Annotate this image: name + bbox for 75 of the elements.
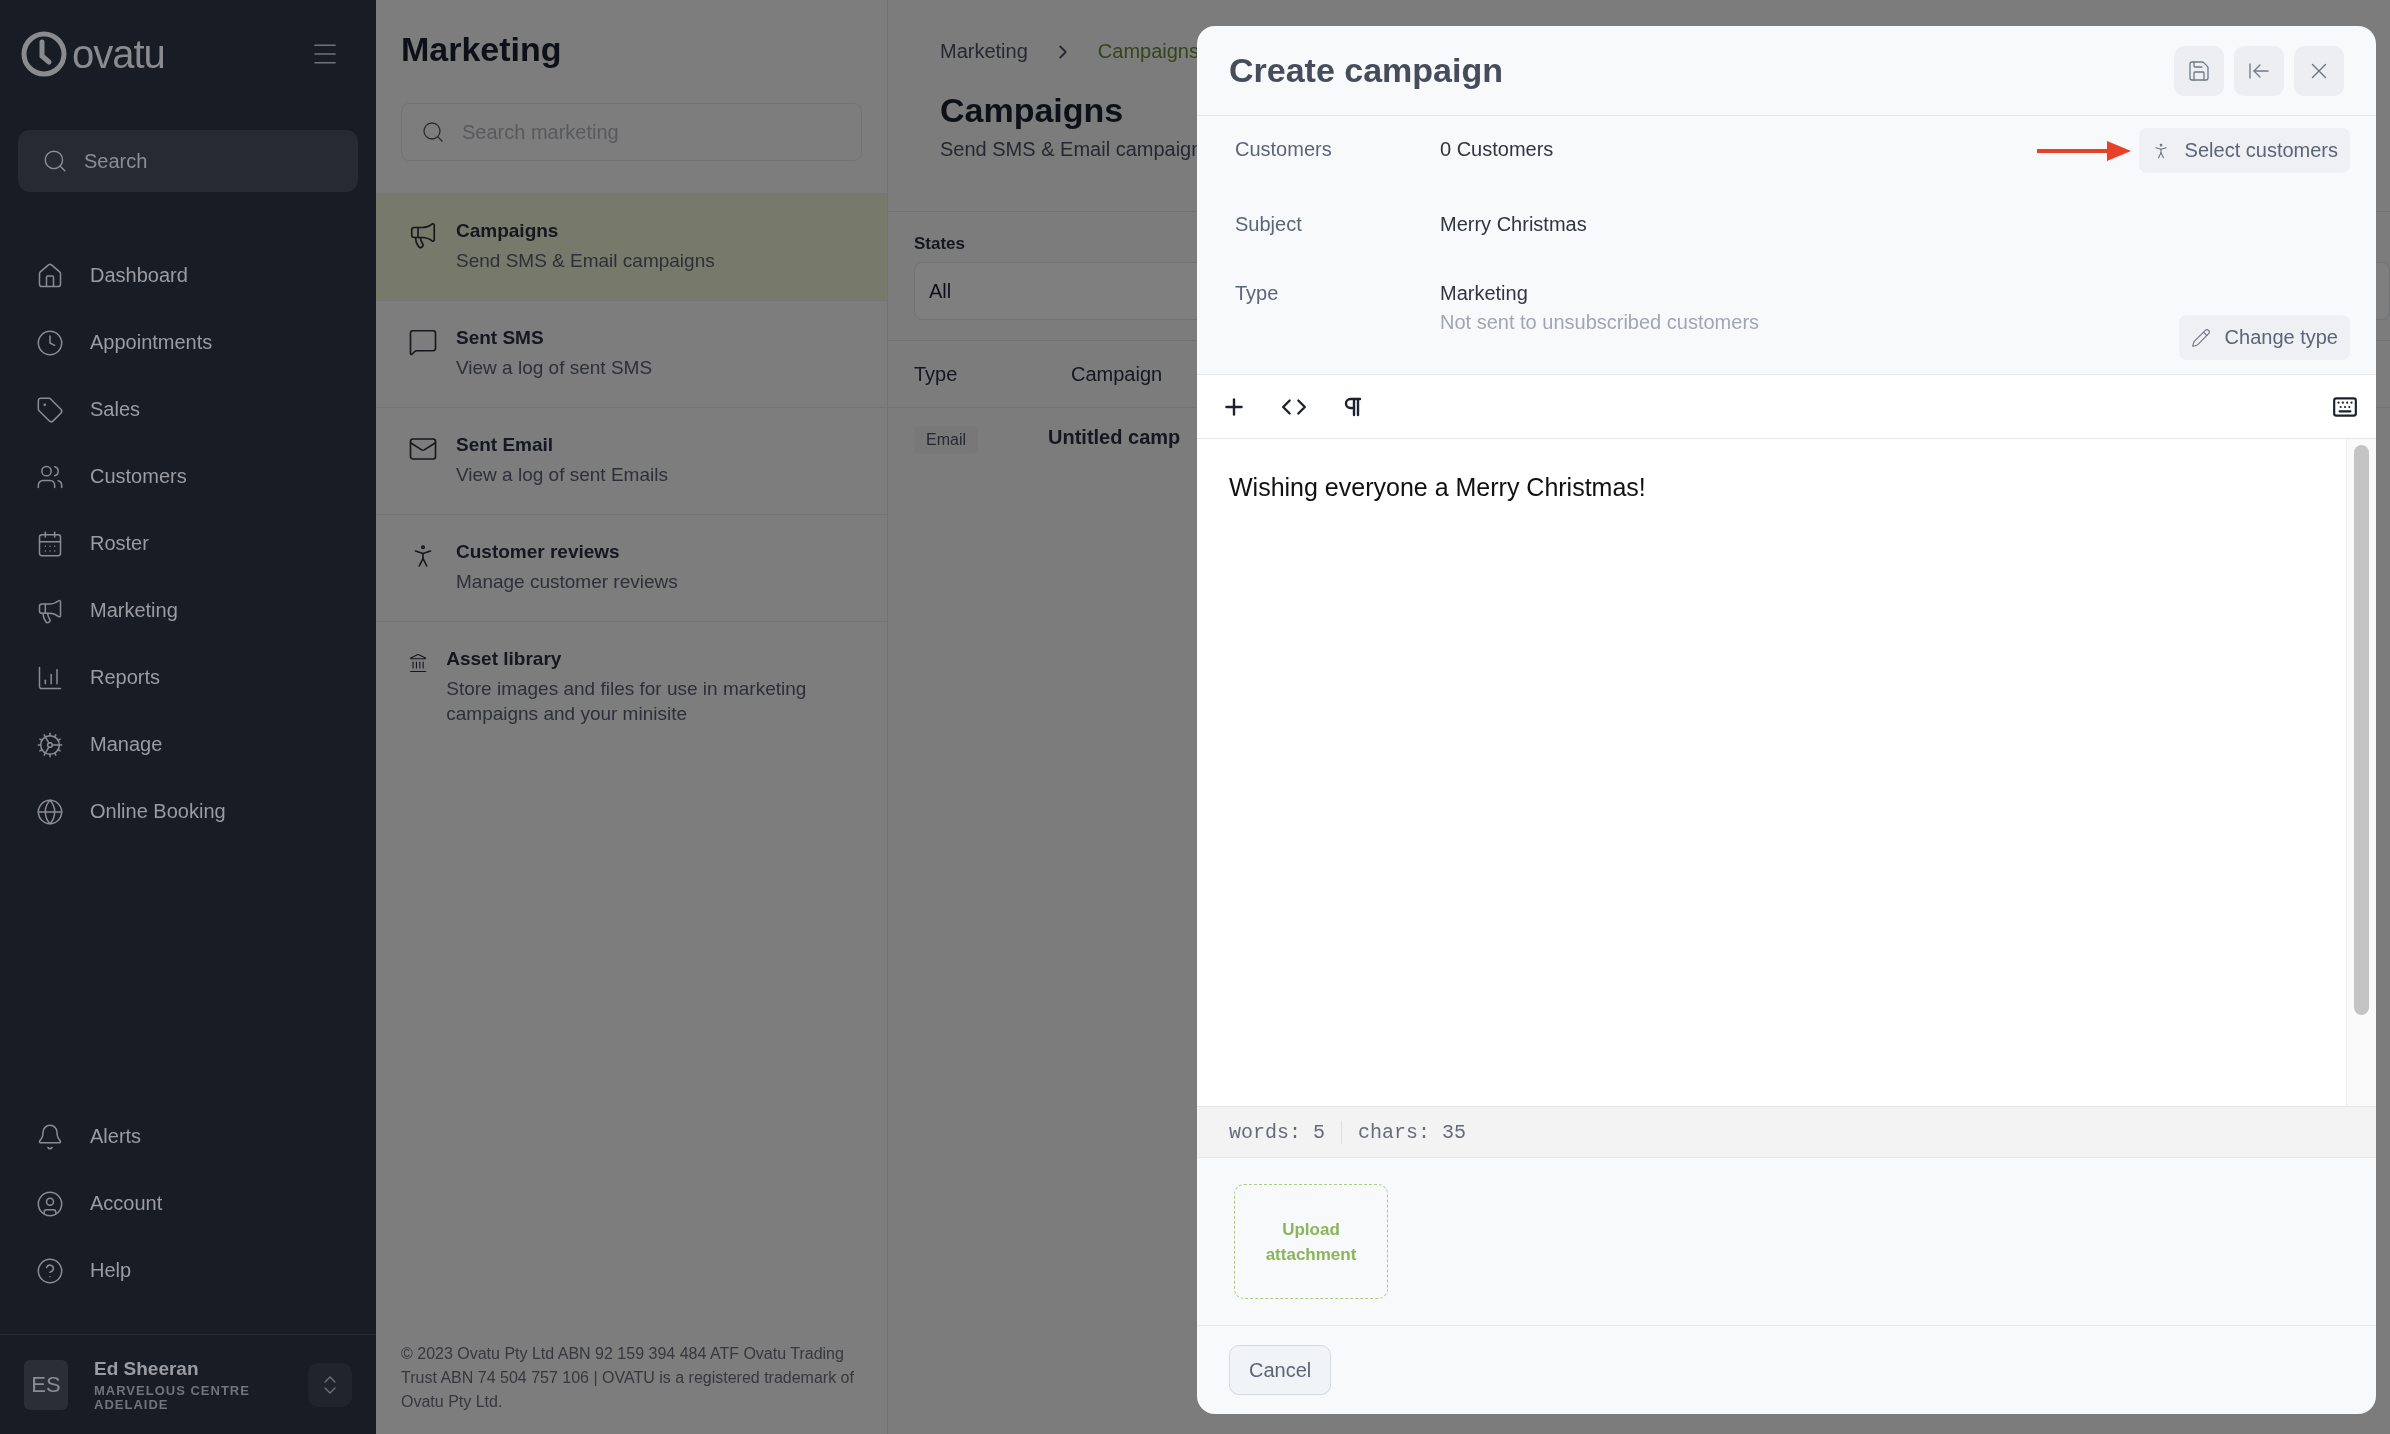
nav-item[interactable]: Alerts	[0, 1103, 376, 1170]
logo-text: ovatu	[72, 31, 165, 77]
tag-icon	[36, 395, 64, 424]
field-label: Subject	[1235, 212, 1303, 236]
nav-item[interactable]: Manage	[0, 711, 376, 778]
gear-icon	[36, 730, 64, 759]
close-button[interactable]	[2294, 45, 2344, 96]
item-title: Customer reviews	[456, 541, 621, 563]
user-location: MARVELOUS CENTRE ADELAIDE	[94, 1383, 251, 1412]
menu-item[interactable]: Asset library Store images and files for use in marketing campaigns and your minisite	[376, 621, 887, 753]
item-title: Asset library	[446, 648, 563, 670]
nav-item[interactable]: Help	[0, 1237, 376, 1304]
char-count: chars: 35	[1357, 1120, 1468, 1144]
page-title: Campaigns	[940, 91, 1125, 130]
item-description: View a log of sent Emails	[456, 463, 668, 487]
scrollbar[interactable]	[2354, 445, 2369, 1015]
column-header: Type	[914, 362, 959, 386]
save-icon	[2187, 58, 2211, 83]
clock-icon	[36, 328, 64, 357]
nav-item[interactable]: Appointments	[0, 309, 376, 376]
save-button[interactable]	[2174, 45, 2224, 96]
field-note: Not sent to unsubscribed customers	[1440, 311, 1761, 334]
item-description: Manage customer reviews	[456, 570, 678, 594]
field-label: Customers	[1235, 137, 1333, 161]
help-icon	[36, 1256, 64, 1285]
bell-icon	[36, 1122, 64, 1151]
search-field[interactable]: Search	[18, 130, 358, 192]
nav-item[interactable]: Account	[0, 1170, 376, 1237]
item-title: Sent Email	[456, 434, 555, 456]
copyright-text: © 2023 Ovatu Pty Ltd ABN 92 159 394 484 ATF Ovatu Trading Trust ABN 74 504 757 106 | OVATU is a registered trademark of Ovatu Pty Ltd.	[401, 1344, 855, 1412]
search-icon	[42, 148, 68, 174]
menu-item[interactable]: Sent SMS View a log of sent SMS	[376, 300, 887, 407]
item-description: Send SMS & Email campaigns	[456, 249, 715, 273]
calendar-icon	[36, 529, 64, 558]
breadcrumb-link[interactable]: Marketing	[940, 40, 1028, 63]
column-header: Campaign	[1071, 362, 1164, 386]
menu-item[interactable]: Customer reviews Manage customer reviews	[376, 514, 887, 621]
word-count: words: 5	[1229, 1120, 1342, 1144]
nav-item[interactable]: Roster	[0, 510, 376, 577]
globe-icon	[36, 797, 64, 826]
item-description: View a log of sent SMS	[456, 356, 653, 380]
item-description: Store images and files for use in marketing campaigns and your minisite	[446, 677, 808, 726]
user-name: Ed Sheeran	[94, 1357, 200, 1380]
pencil-icon	[2190, 327, 2211, 348]
collapse-button[interactable]	[2234, 45, 2284, 96]
nav-item[interactable]: Marketing	[0, 577, 376, 644]
menu-item[interactable]: Campaigns Send SMS & Email campaigns	[376, 193, 887, 300]
type-tag: Email	[914, 426, 978, 454]
field-label: Type	[1235, 281, 1280, 305]
house-icon	[36, 261, 64, 290]
field-value: Merry Christmas	[1440, 213, 1588, 236]
nav-item[interactable]: Customers	[0, 443, 376, 510]
field-value: 0 Customers	[1440, 138, 1555, 161]
clock-logo-icon	[20, 30, 68, 78]
user-avatar: ES	[24, 1359, 68, 1410]
filter-label: States	[914, 234, 966, 254]
field-value: Marketing	[1440, 282, 1529, 305]
speech-bubble-icon	[408, 327, 438, 357]
panel-title: Marketing	[401, 30, 563, 69]
nav-item[interactable]: Sales	[0, 376, 376, 443]
table-cell: Untitled camp	[1048, 426, 1181, 449]
megaphone-icon	[408, 220, 438, 250]
switch-button[interactable]	[308, 1362, 352, 1407]
dialog-title: Create campaign	[1229, 51, 1503, 90]
nav-item[interactable]: Online Booking	[0, 778, 376, 845]
item-title: Sent SMS	[456, 327, 545, 349]
item-title: Campaigns	[456, 220, 560, 242]
cancel-button[interactable]: Cancel	[1229, 1345, 1332, 1395]
action-button[interactable]: Select customers	[2138, 128, 2350, 173]
search-icon	[421, 120, 445, 144]
person-circle-icon	[36, 1189, 64, 1218]
action-button[interactable]: Change type	[2178, 315, 2350, 360]
nav-item[interactable]: Dashboard	[0, 242, 376, 309]
nav-item[interactable]: Reports	[0, 644, 376, 711]
menu-item[interactable]: Sent Email View a log of sent Emails	[376, 407, 887, 514]
